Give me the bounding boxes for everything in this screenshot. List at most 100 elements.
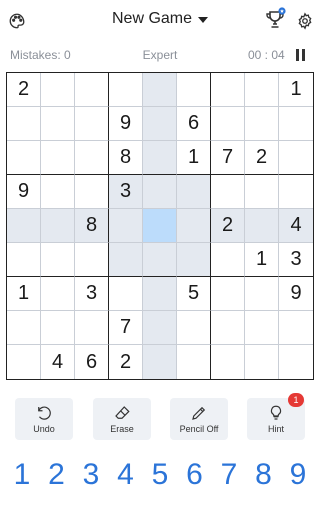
- board-cell[interactable]: [75, 73, 109, 107]
- board-cell[interactable]: [143, 345, 177, 379]
- board-cell[interactable]: [75, 243, 109, 277]
- board-cell[interactable]: 7: [211, 141, 245, 175]
- board-cell[interactable]: [7, 311, 41, 345]
- board-cell[interactable]: [279, 311, 313, 345]
- board-cell[interactable]: [211, 243, 245, 277]
- board-cell[interactable]: [75, 311, 109, 345]
- board-cell[interactable]: [211, 73, 245, 107]
- board-cell[interactable]: [211, 175, 245, 209]
- board-cell[interactable]: [143, 209, 177, 243]
- board-cell[interactable]: [109, 277, 143, 311]
- board-cell[interactable]: [177, 73, 211, 107]
- board-cell[interactable]: [211, 107, 245, 141]
- board-cell[interactable]: [279, 141, 313, 175]
- board-cell[interactable]: 1: [7, 277, 41, 311]
- board-cell[interactable]: [41, 277, 75, 311]
- board-cell[interactable]: [75, 141, 109, 175]
- board-cell[interactable]: 3: [109, 175, 143, 209]
- board-cell[interactable]: 2: [109, 345, 143, 379]
- board-cell[interactable]: [177, 175, 211, 209]
- board-cell[interactable]: [143, 175, 177, 209]
- pause-icon[interactable]: [296, 49, 308, 61]
- board-cell[interactable]: 1: [279, 73, 313, 107]
- board-cell[interactable]: [7, 107, 41, 141]
- pencil-button[interactable]: Pencil Off: [170, 398, 228, 440]
- board-cell[interactable]: [143, 73, 177, 107]
- board-cell[interactable]: [7, 141, 41, 175]
- board-cell[interactable]: 9: [279, 277, 313, 311]
- board-cell[interactable]: [7, 345, 41, 379]
- board-cell[interactable]: [211, 277, 245, 311]
- board-cell[interactable]: [143, 243, 177, 277]
- board-cell[interactable]: 3: [75, 277, 109, 311]
- number-key[interactable]: 4: [110, 455, 142, 495]
- board-cell[interactable]: [143, 311, 177, 345]
- number-key[interactable]: 5: [144, 455, 176, 495]
- board-cell[interactable]: [109, 73, 143, 107]
- board-cell[interactable]: [279, 345, 313, 379]
- number-key[interactable]: 6: [179, 455, 211, 495]
- board-cell[interactable]: [143, 107, 177, 141]
- board-cell[interactable]: 3: [279, 243, 313, 277]
- board-cell[interactable]: [245, 311, 279, 345]
- number-key[interactable]: 1: [6, 455, 38, 495]
- number-key[interactable]: 9: [282, 455, 314, 495]
- board-cell[interactable]: [177, 345, 211, 379]
- board-cell[interactable]: 1: [177, 141, 211, 175]
- board-cell[interactable]: [41, 175, 75, 209]
- board-cell[interactable]: 7: [109, 311, 143, 345]
- board-cell[interactable]: 6: [177, 107, 211, 141]
- pencil-icon: [192, 406, 206, 420]
- board-cell[interactable]: 5: [177, 277, 211, 311]
- board-cell[interactable]: [7, 209, 41, 243]
- board-cell[interactable]: [75, 175, 109, 209]
- undo-button[interactable]: Undo: [15, 398, 73, 440]
- board-cell[interactable]: [279, 175, 313, 209]
- board-cell[interactable]: [245, 209, 279, 243]
- board-cell[interactable]: 2: [211, 209, 245, 243]
- board-cell[interactable]: [109, 209, 143, 243]
- top-bar: New Game: [0, 0, 320, 42]
- board-cell[interactable]: [75, 107, 109, 141]
- trophy-icon[interactable]: [262, 6, 288, 32]
- board-cell[interactable]: [245, 73, 279, 107]
- board-cell[interactable]: [245, 345, 279, 379]
- board-cell[interactable]: [41, 243, 75, 277]
- board-cell[interactable]: [177, 311, 211, 345]
- board-cell[interactable]: 1: [245, 243, 279, 277]
- board-cell[interactable]: [41, 311, 75, 345]
- number-key[interactable]: 2: [41, 455, 73, 495]
- board-cell[interactable]: [245, 175, 279, 209]
- board-cell[interactable]: [245, 107, 279, 141]
- board-cell[interactable]: 2: [7, 73, 41, 107]
- board-cell[interactable]: [211, 345, 245, 379]
- page-title: New Game: [111, 10, 193, 27]
- hint-button[interactable]: Hint 1: [247, 393, 305, 440]
- board-cell[interactable]: [143, 277, 177, 311]
- board-cell[interactable]: 8: [75, 209, 109, 243]
- number-key[interactable]: 3: [75, 455, 107, 495]
- board-cell[interactable]: 6: [75, 345, 109, 379]
- board-cell[interactable]: [143, 141, 177, 175]
- board-cell[interactable]: 9: [109, 107, 143, 141]
- board-cell[interactable]: 4: [279, 209, 313, 243]
- number-key[interactable]: 7: [213, 455, 245, 495]
- erase-button[interactable]: Erase: [93, 398, 151, 440]
- board-cell[interactable]: [177, 243, 211, 277]
- board-cell[interactable]: [245, 277, 279, 311]
- board-cell[interactable]: 9: [7, 175, 41, 209]
- board-cell[interactable]: 2: [245, 141, 279, 175]
- board-cell[interactable]: [177, 209, 211, 243]
- board-cell[interactable]: [279, 107, 313, 141]
- board-cell[interactable]: [7, 243, 41, 277]
- board-cell[interactable]: 8: [109, 141, 143, 175]
- board-cell[interactable]: [41, 141, 75, 175]
- board-cell[interactable]: [41, 107, 75, 141]
- board-cell[interactable]: [41, 209, 75, 243]
- board-cell[interactable]: [41, 73, 75, 107]
- board-cell[interactable]: [109, 243, 143, 277]
- board-cell[interactable]: [211, 311, 245, 345]
- gear-icon[interactable]: [294, 10, 316, 32]
- board-cell[interactable]: 4: [41, 345, 75, 379]
- number-key[interactable]: 8: [248, 455, 280, 495]
